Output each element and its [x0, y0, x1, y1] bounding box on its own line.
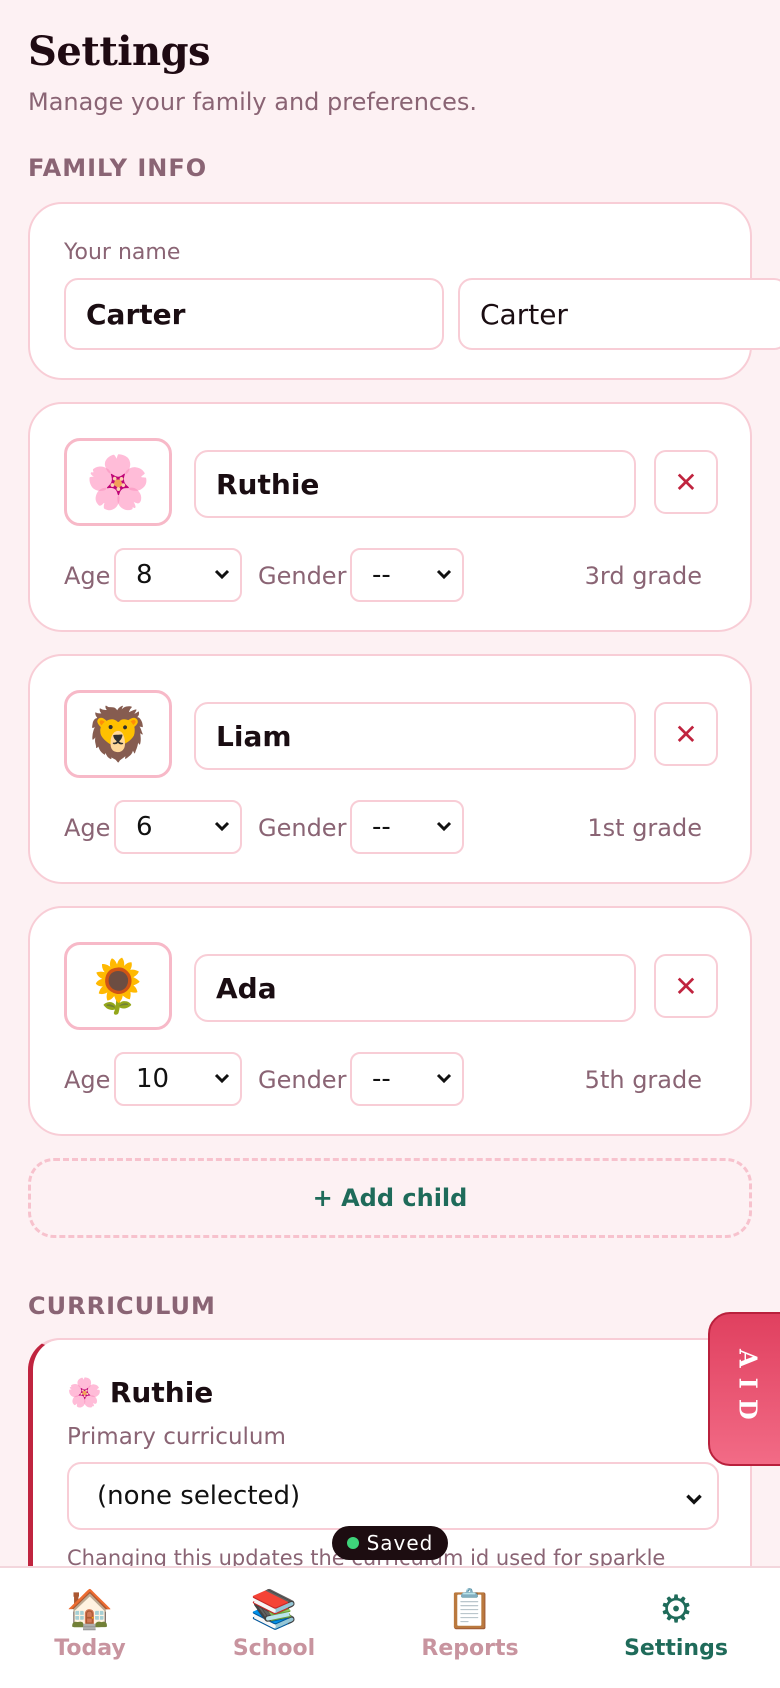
- gender-select[interactable]: --: [350, 800, 464, 854]
- close-icon: ✕: [674, 717, 698, 751]
- settings-page: Settings Manage your family and preferen…: [0, 0, 780, 1688]
- house-icon: 🏠: [66, 1587, 114, 1631]
- child-card: 🌸 Ruthie ✕ Age 8 Gender -- 3rd grade: [28, 402, 752, 632]
- curriculum-section-label: CURRICULUM: [28, 1292, 216, 1320]
- age-select-value: 10: [136, 1064, 170, 1094]
- chevron-down-icon: [214, 821, 230, 832]
- chevron-down-icon: [214, 1073, 230, 1084]
- nav-item-label: Settings: [624, 1636, 728, 1661]
- grade-text: 1st grade: [587, 814, 702, 842]
- books-icon: 📚: [250, 1587, 298, 1631]
- your-name-input[interactable]: Carter: [64, 278, 444, 350]
- curriculum-child-name: Ruthie: [109, 1376, 214, 1409]
- remove-child-button[interactable]: ✕: [654, 450, 718, 514]
- grade-text: 3rd grade: [584, 562, 702, 590]
- curriculum-child-heading: 🌸 Ruthie: [67, 1376, 213, 1409]
- remove-child-button[interactable]: ✕: [654, 702, 718, 766]
- child-card: 🦁 Liam ✕ Age 6 Gender -- 1st grade: [28, 654, 752, 884]
- nav-item-label: Reports: [421, 1636, 519, 1661]
- saved-toast: Saved: [332, 1526, 448, 1560]
- chevron-down-icon: [436, 1073, 452, 1084]
- gender-select-value: --: [372, 560, 391, 590]
- remove-child-button[interactable]: ✕: [654, 954, 718, 1018]
- status-dot-icon: [346, 1537, 359, 1549]
- primary-curriculum-value: (none selected): [97, 1481, 301, 1511]
- age-label: Age: [64, 814, 111, 842]
- age-select[interactable]: 6: [114, 800, 242, 854]
- aid-tab-label: AID: [733, 1348, 763, 1430]
- your-name-label: Your name: [64, 240, 181, 265]
- close-icon: ✕: [674, 465, 698, 499]
- aid-side-tab[interactable]: AID: [708, 1312, 780, 1466]
- bottom-nav: 🏠 Today 📚 School 📋 Reports ⚙ Settings: [0, 1566, 780, 1688]
- your-name-input-secondary[interactable]: Carter: [458, 278, 780, 350]
- gender-label: Gender: [258, 562, 347, 590]
- nav-item-settings[interactable]: ⚙ Settings: [596, 1586, 756, 1661]
- child-card: 🌻 Ada ✕ Age 10 Gender -- 5th grade: [28, 906, 752, 1136]
- page-subtitle: Manage your family and preferences.: [28, 88, 478, 116]
- chevron-down-icon: [686, 1494, 702, 1505]
- chevron-down-icon: [436, 821, 452, 832]
- nav-item-reports[interactable]: 📋 Reports: [390, 1586, 550, 1661]
- age-label: Age: [64, 1066, 111, 1094]
- your-name-card: Your name Carter Carter: [28, 202, 780, 380]
- age-select[interactable]: 10: [114, 1052, 242, 1106]
- close-icon: ✕: [674, 969, 698, 1003]
- nav-item-label: School: [232, 1636, 316, 1661]
- gender-select-value: --: [372, 812, 391, 842]
- child-name-input[interactable]: Liam: [194, 702, 636, 770]
- child-avatar-picker[interactable]: 🦁: [64, 690, 172, 778]
- nav-item-label: Today: [54, 1636, 126, 1661]
- page-title: Settings: [28, 28, 211, 75]
- add-child-button[interactable]: + Add child: [28, 1158, 752, 1238]
- family-info-section-label: FAMILY INFO: [28, 154, 208, 182]
- gender-select[interactable]: --: [350, 548, 464, 602]
- age-select-value: 6: [136, 812, 153, 842]
- nav-item-today[interactable]: 🏠 Today: [10, 1586, 170, 1661]
- gear-icon: ⚙: [658, 1587, 694, 1631]
- child-name-input[interactable]: Ruthie: [194, 450, 636, 518]
- gender-label: Gender: [258, 814, 347, 842]
- child-avatar-picker[interactable]: 🌻: [64, 942, 172, 1030]
- primary-curriculum-select[interactable]: (none selected): [67, 1462, 719, 1530]
- saved-toast-label: Saved: [366, 1531, 434, 1555]
- primary-curriculum-label: Primary curriculum: [67, 1424, 286, 1450]
- child-name-input[interactable]: Ada: [194, 954, 636, 1022]
- gender-select-value: --: [372, 1064, 391, 1094]
- age-select-value: 8: [136, 560, 153, 590]
- gender-label: Gender: [258, 1066, 347, 1094]
- gender-select[interactable]: --: [350, 1052, 464, 1106]
- age-label: Age: [64, 562, 111, 590]
- chevron-down-icon: [214, 569, 230, 580]
- nav-item-school[interactable]: 📚 School: [194, 1586, 354, 1661]
- child-avatar-picker[interactable]: 🌸: [64, 438, 172, 526]
- flower-icon: 🌸: [67, 1376, 102, 1409]
- chevron-down-icon: [436, 569, 452, 580]
- grade-text: 5th grade: [584, 1066, 702, 1094]
- clipboard-icon: 📋: [446, 1587, 494, 1631]
- age-select[interactable]: 8: [114, 548, 242, 602]
